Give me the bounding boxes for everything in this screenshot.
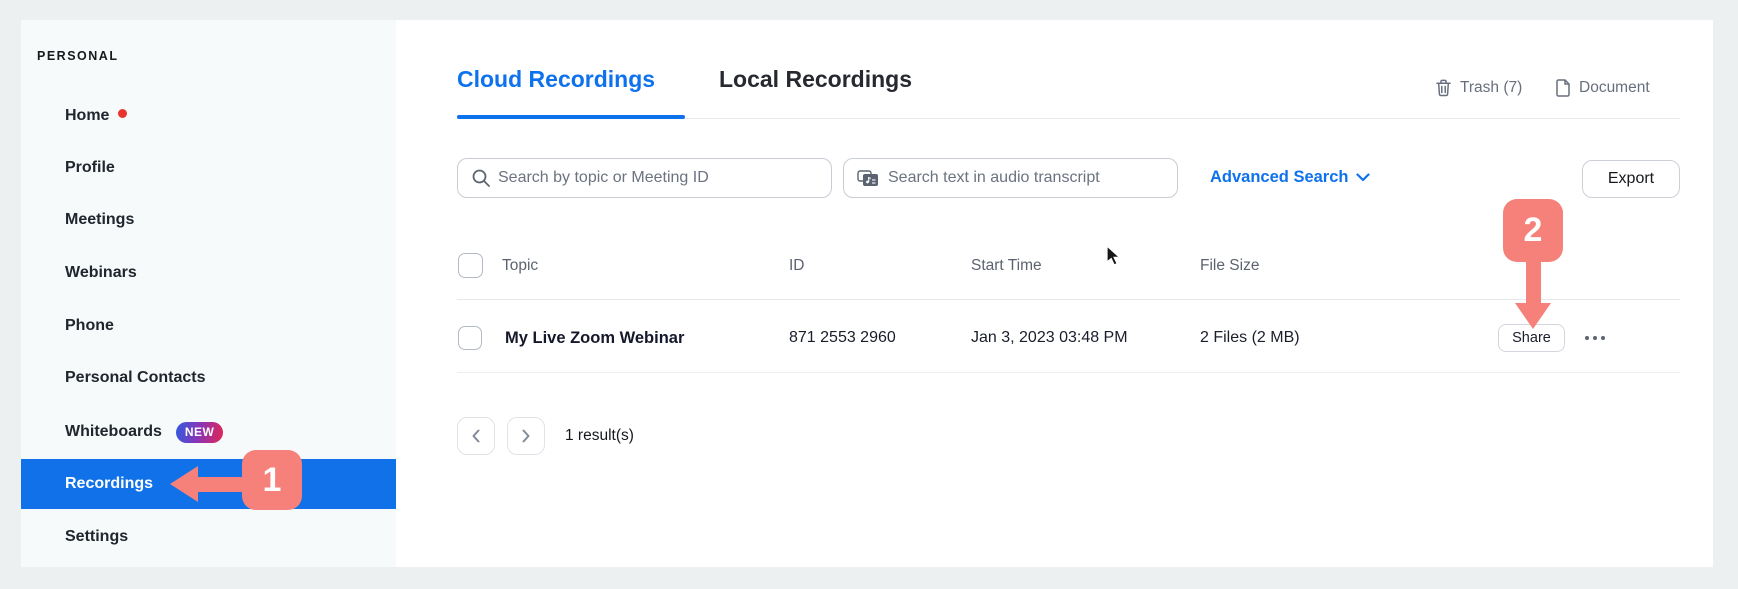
document-icon bbox=[1556, 79, 1570, 97]
trash-link[interactable]: Trash (7) bbox=[1435, 73, 1522, 103]
sidebar-item-webinars[interactable]: Webinars bbox=[21, 253, 396, 293]
sidebar-item-label: Phone bbox=[65, 317, 114, 334]
ellipsis-icon bbox=[1585, 336, 1589, 340]
callout-arrow-1 bbox=[197, 477, 243, 492]
recording-file-size: 2 Files (2 MB) bbox=[1200, 329, 1300, 346]
ellipsis-icon bbox=[1601, 336, 1605, 340]
next-page-button[interactable] bbox=[507, 417, 545, 455]
page: PERSONAL Home Profile Meetings Webinars … bbox=[0, 0, 1738, 589]
more-options-button[interactable] bbox=[1578, 330, 1612, 346]
sidebar-item-meetings[interactable]: Meetings bbox=[21, 200, 396, 240]
ellipsis-icon bbox=[1593, 336, 1597, 340]
callout-arrowhead-2 bbox=[1515, 303, 1551, 329]
chevron-down-icon bbox=[1356, 173, 1371, 182]
sidebar-item-label: Personal Contacts bbox=[65, 369, 206, 386]
mouse-cursor-icon bbox=[1106, 245, 1121, 266]
document-link[interactable]: Document bbox=[1556, 73, 1650, 103]
recording-start-time: Jan 3, 2023 03:48 PM bbox=[971, 329, 1128, 346]
sidebar-item-label: Webinars bbox=[65, 264, 137, 281]
recording-id: 871 2553 2960 bbox=[789, 329, 896, 346]
sidebar-item-label: Settings bbox=[65, 528, 129, 545]
chevron-right-icon bbox=[522, 429, 530, 443]
transcript-search-input[interactable] bbox=[843, 158, 1178, 198]
result-count: 1 result(s) bbox=[565, 427, 634, 444]
audio-transcript-icon bbox=[857, 170, 878, 186]
sidebar-item-label: Recordings bbox=[65, 475, 154, 492]
column-header-start-time: Start Time bbox=[971, 257, 1042, 274]
sidebar-item-label: Meetings bbox=[65, 211, 135, 228]
sidebar-item-label: Home bbox=[65, 107, 110, 124]
tab-cloud-recordings[interactable]: Cloud Recordings bbox=[457, 66, 655, 93]
sidebar-item-label: Profile bbox=[65, 159, 115, 176]
row-checkbox[interactable] bbox=[458, 326, 482, 350]
advanced-search-link[interactable]: Advanced Search bbox=[1210, 168, 1371, 187]
column-header-file-size: File Size bbox=[1200, 257, 1260, 274]
sidebar-item-home[interactable]: Home bbox=[21, 96, 396, 136]
sidebar-item-settings[interactable]: Settings bbox=[21, 517, 396, 557]
topic-search-input[interactable] bbox=[457, 158, 832, 198]
sidebar-item-label: Whiteboards bbox=[65, 423, 162, 440]
tab-local-recordings[interactable]: Local Recordings bbox=[719, 66, 912, 93]
export-button[interactable]: Export bbox=[1582, 160, 1680, 198]
sidebar-item-personal-contacts[interactable]: Personal Contacts bbox=[21, 358, 396, 398]
recording-topic[interactable]: My Live Zoom Webinar bbox=[505, 329, 684, 348]
select-all-checkbox[interactable] bbox=[458, 253, 483, 278]
callout-step-1: 1 bbox=[242, 450, 302, 510]
table-header-divider bbox=[457, 299, 1680, 300]
table-row-divider bbox=[457, 372, 1680, 373]
previous-page-button[interactable] bbox=[457, 417, 495, 455]
advanced-search-label: Advanced Search bbox=[1210, 168, 1349, 186]
notification-dot-icon bbox=[118, 108, 128, 118]
new-badge: NEW bbox=[175, 421, 224, 443]
sidebar-section-label: PERSONAL bbox=[37, 49, 119, 63]
chevron-left-icon bbox=[472, 429, 480, 443]
trash-icon bbox=[1436, 79, 1451, 97]
callout-arrowhead-1 bbox=[170, 466, 198, 502]
sidebar-item-profile[interactable]: Profile bbox=[21, 148, 396, 188]
active-tab-indicator bbox=[457, 115, 685, 119]
document-label: Document bbox=[1579, 79, 1650, 96]
column-header-topic: Topic bbox=[502, 257, 539, 274]
trash-label: Trash (7) bbox=[1460, 79, 1523, 96]
sidebar-item-whiteboards[interactable]: Whiteboards NEW bbox=[21, 412, 396, 452]
column-header-id: ID bbox=[789, 257, 805, 274]
callout-step-2: 2 bbox=[1503, 199, 1563, 262]
callout-arrow-2 bbox=[1526, 260, 1541, 305]
sidebar-item-phone[interactable]: Phone bbox=[21, 306, 396, 346]
search-icon bbox=[472, 169, 490, 187]
